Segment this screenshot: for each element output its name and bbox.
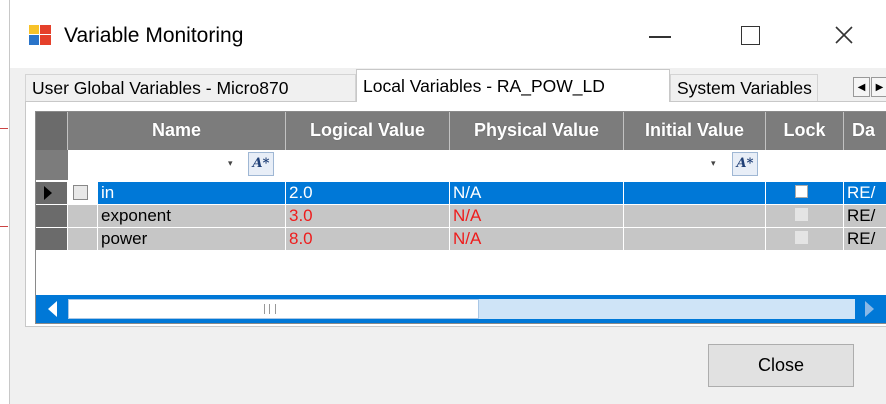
row-checkbox-cell[interactable] xyxy=(68,228,98,250)
row-selector[interactable] xyxy=(36,205,68,227)
lock-checkbox[interactable] xyxy=(795,185,808,198)
tab-strip: User Global Variables - Micro870 Local V… xyxy=(25,69,886,102)
row-selector[interactable] xyxy=(36,182,68,204)
title-bar[interactable]: Variable Monitoring xyxy=(10,0,886,68)
variable-monitoring-window: Variable Monitoring User Global Variable… xyxy=(9,0,886,404)
initial-value-filter-dropdown-icon[interactable]: ▾ xyxy=(711,158,716,169)
tab-scroll-left-icon: ◀ xyxy=(857,81,866,93)
table-row[interactable]: in 2.0 N/A RE/ xyxy=(36,182,886,204)
cell-data-type[interactable]: RE/ xyxy=(844,205,886,227)
cell-data-type[interactable]: RE/ xyxy=(844,228,886,250)
tab-user-global-variables[interactable]: User Global Variables - Micro870 xyxy=(25,74,356,101)
row-checkbox-cell[interactable] xyxy=(68,182,98,204)
name-filter-dropdown-icon[interactable]: ▾ xyxy=(228,158,233,169)
scrollbar-thumb[interactable] xyxy=(68,299,479,319)
app-icon xyxy=(29,25,51,45)
cell-lock[interactable] xyxy=(766,182,844,204)
window-title: Variable Monitoring xyxy=(64,24,244,47)
cell-lock[interactable] xyxy=(766,228,844,250)
maximize-icon xyxy=(740,25,760,45)
tab-scroll-right-button[interactable]: ▶ xyxy=(871,77,886,97)
cell-name[interactable]: exponent xyxy=(98,205,286,227)
tab-local-variables[interactable]: Local Variables - RA_POW_LD xyxy=(356,69,670,102)
column-header-physical-value[interactable]: Physical Value xyxy=(450,112,624,150)
row-selector[interactable] xyxy=(36,228,68,250)
edge-marker xyxy=(0,128,8,129)
row-checkbox[interactable] xyxy=(73,185,88,200)
column-header-logical-value[interactable]: Logical Value xyxy=(286,112,450,150)
header-row-selector xyxy=(36,112,68,150)
initial-value-filter-button[interactable]: A* xyxy=(732,152,758,176)
cell-physical-value[interactable]: N/A xyxy=(450,182,624,204)
current-row-arrow-icon xyxy=(44,186,52,200)
cell-logical-value[interactable]: 2.0 xyxy=(286,182,450,204)
edge-marker xyxy=(0,226,8,227)
table-row[interactable]: exponent 3.0 N/A RE/ xyxy=(36,205,886,227)
cell-data-type[interactable]: RE/ xyxy=(844,182,886,204)
lock-checkbox[interactable] xyxy=(795,208,808,221)
column-header-lock[interactable]: Lock xyxy=(766,112,844,150)
horizontal-scrollbar[interactable] xyxy=(36,295,886,323)
column-header-initial-value[interactable]: Initial Value xyxy=(624,112,766,150)
cell-name[interactable]: in xyxy=(98,182,286,204)
variables-grid: Name Logical Value Physical Value Initia… xyxy=(35,111,886,324)
grid-filter-row: ▾ A* ▾ A* xyxy=(36,150,886,180)
grid-header-row: Name Logical Value Physical Value Initia… xyxy=(36,112,886,150)
close-button[interactable]: Close xyxy=(708,344,854,387)
column-header-data-type[interactable]: Da xyxy=(844,112,886,150)
column-header-name[interactable]: Name xyxy=(68,112,286,150)
minimize-button[interactable] xyxy=(630,14,690,56)
cell-logical-value[interactable]: 8.0 xyxy=(286,228,450,250)
cell-initial-value[interactable] xyxy=(624,182,766,204)
row-checkbox-cell[interactable] xyxy=(68,205,98,227)
lock-checkbox[interactable] xyxy=(795,231,808,244)
scroll-left-arrow-icon[interactable] xyxy=(48,301,57,317)
scroll-right-arrow-icon[interactable] xyxy=(865,301,874,317)
tab-scroll-left-button[interactable]: ◀ xyxy=(853,77,870,97)
table-row[interactable]: power 8.0 N/A RE/ xyxy=(36,228,886,250)
scrollbar-grip-icon xyxy=(264,304,276,314)
close-icon xyxy=(835,26,853,44)
tab-scroll-right-icon: ▶ xyxy=(875,81,884,93)
maximize-button[interactable] xyxy=(720,14,780,56)
minimize-icon xyxy=(649,36,671,38)
close-window-button[interactable] xyxy=(814,14,874,56)
cell-initial-value[interactable] xyxy=(624,228,766,250)
tab-system-variables[interactable]: System Variables xyxy=(670,74,818,101)
name-filter-button[interactable]: A* xyxy=(248,152,274,176)
cell-name[interactable]: power xyxy=(98,228,286,250)
tab-panel: Name Logical Value Physical Value Initia… xyxy=(25,101,886,327)
cell-physical-value[interactable]: N/A xyxy=(450,228,624,250)
filter-row-selector xyxy=(36,150,68,180)
cell-lock[interactable] xyxy=(766,205,844,227)
cell-logical-value[interactable]: 3.0 xyxy=(286,205,450,227)
cell-initial-value[interactable] xyxy=(624,205,766,227)
cell-physical-value[interactable]: N/A xyxy=(450,205,624,227)
